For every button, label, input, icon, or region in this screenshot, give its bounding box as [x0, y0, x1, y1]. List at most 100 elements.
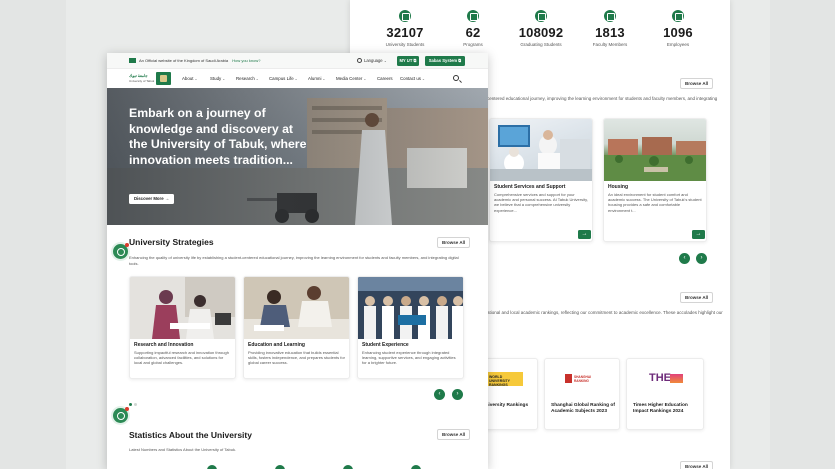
sabas-system-button[interactable]: Sabas System ⧉ — [425, 56, 465, 66]
carousel-prev-button[interactable]: ‹ — [434, 389, 445, 400]
search-icon[interactable] — [453, 75, 459, 81]
browse-all-button[interactable]: Browse All — [680, 78, 714, 89]
card-image — [244, 277, 349, 339]
carousel-dot-active[interactable] — [129, 403, 132, 406]
stat-programs: 62 Programs — [438, 8, 508, 47]
chevron-down-icon: ⌄ — [363, 77, 367, 81]
card-description: Providing innovative education that buil… — [248, 350, 345, 366]
card-title: Research and Innovation — [134, 342, 194, 348]
arrow-right-icon[interactable]: → — [578, 230, 591, 239]
nav-study[interactable]: Study⌄ — [210, 76, 225, 81]
rankings-intro-text: ational and local academic rankings, ref… — [487, 310, 723, 315]
stat-label: Graduating Students — [520, 42, 562, 47]
section-subtitle: Enhancing the quality of university life… — [129, 255, 459, 266]
card-image — [358, 277, 463, 339]
card-image — [490, 119, 592, 181]
discover-more-button[interactable]: Discover More → — [129, 194, 175, 204]
card-description: Comprehensive services and support for y… — [494, 192, 588, 213]
nav-campus-life[interactable]: Campus Life⌄ — [269, 76, 298, 81]
my-ut-button[interactable]: MY UT ⧉ — [397, 56, 419, 66]
card-title: Student Experience — [362, 342, 409, 348]
section-subtitle: Latest Numbers and Statistics About the … — [129, 447, 237, 452]
nav-label: Research — [236, 76, 255, 81]
graduation-cap-icon — [207, 465, 217, 469]
nav-media-center[interactable]: Media Center⌄ — [336, 76, 366, 81]
official-text: An Official website of the Kingdom of Sa… — [139, 58, 229, 63]
nav-label: Careers — [377, 76, 393, 81]
teacher-icon — [411, 465, 421, 469]
shanghai-ranking-logo-icon: SHANGHAI RANKING — [565, 372, 601, 386]
carousel-next-button[interactable]: › — [696, 253, 707, 264]
university-emblem-icon — [156, 72, 171, 85]
browse-all-button[interactable]: Browse All — [680, 461, 714, 469]
browse-all-button[interactable]: Browse All — [437, 429, 471, 440]
card-student-services[interactable]: Student Services and Support Comprehensi… — [489, 118, 593, 242]
stat-students: 32107 University Students — [370, 8, 440, 47]
stat-number: 1813 — [595, 25, 625, 40]
stat-employees: 1096 Employees — [643, 8, 713, 47]
chevron-down-icon: ⌄ — [322, 77, 326, 81]
stat-label: Programs — [463, 42, 483, 47]
card-title: Housing — [608, 184, 628, 190]
chevron-down-icon: ⌄ — [222, 77, 226, 81]
stats-row: 32107 University Students 62 Programs 10… — [350, 8, 730, 50]
logo-english: University of Tabuk — [129, 79, 155, 83]
nav-label: Media Center — [336, 76, 363, 81]
ranking-title: Times Higher Education Impact Rankings 2… — [633, 403, 688, 414]
my-ut-label: MY UT — [399, 58, 413, 63]
briefcase-icon — [672, 10, 684, 22]
accessibility-badge-icon[interactable] — [113, 243, 129, 259]
accessibility-badge-icon[interactable] — [113, 407, 129, 423]
graduation-cap-icon — [399, 10, 411, 22]
stat-faculty: 1813 Faculty Members — [575, 8, 645, 47]
ranking-card-times[interactable]: THE Times Higher Education Impact Rankin… — [626, 358, 704, 430]
browse-all-button[interactable]: Browse All — [680, 292, 714, 303]
nav-label: Alumni — [308, 76, 322, 81]
carousel-prev-button[interactable]: ‹ — [679, 253, 690, 264]
nav-about[interactable]: About⌄ — [182, 76, 197, 81]
language-selector[interactable]: Language ⌄ — [357, 58, 387, 63]
card-image — [130, 277, 235, 339]
card-description: Enhancing student experience through int… — [362, 350, 456, 366]
how-you-know-link[interactable]: How you know? — [232, 58, 260, 63]
book-icon — [467, 10, 479, 22]
ranking-card-shanghai[interactable]: SHANGHAI RANKING Shanghai Global Ranking… — [544, 358, 620, 430]
nav-label: Campus Life — [269, 76, 294, 81]
background-left — [0, 0, 66, 469]
carousel-dot[interactable] — [134, 403, 137, 406]
browse-all-button[interactable]: Browse All — [437, 237, 471, 248]
ranking-title: University Rankings — [482, 403, 529, 408]
chevron-down-icon: ⌄ — [294, 77, 298, 81]
stat-graduates: 108092 Graduating Students — [506, 8, 576, 47]
stat-label: Employees — [666, 42, 690, 47]
university-logo[interactable]: جامعة تبوك University of Tabuk — [129, 72, 173, 85]
intro-text: centered educational journey, improving … — [487, 96, 718, 101]
nav-alumni[interactable]: Alumni⌄ — [308, 76, 325, 81]
diploma-icon — [535, 10, 547, 22]
card-description: An ideal environment for student comfort… — [608, 192, 702, 213]
teacher-icon — [604, 10, 616, 22]
nav-research[interactable]: Research⌄ — [236, 76, 259, 81]
card-housing[interactable]: Housing An ideal environment for student… — [603, 118, 707, 242]
carousel-dots — [129, 393, 139, 411]
section-title: Statistics About the University — [129, 430, 252, 440]
nav-contact-us[interactable]: Contact us⌄ — [400, 76, 425, 81]
stat-number: 108092 — [518, 25, 564, 40]
logo-text: SHANGHAI RANKING — [574, 375, 592, 383]
hero-banner: Embark on a journey of knowledge and dis… — [107, 88, 488, 225]
nav-careers[interactable]: Careers — [377, 76, 393, 81]
arrow-right-icon[interactable]: → — [692, 230, 705, 239]
arrow-right-icon: → — [164, 196, 170, 201]
card-title: Student Services and Support — [494, 184, 566, 190]
ranking-title: Shanghai Global Ranking of Academic Subj… — [551, 403, 615, 414]
card-education-learning[interactable]: Education and Learning Providing innovat… — [243, 276, 350, 379]
logo-text: THE — [649, 372, 671, 384]
stat-label: Faculty Members — [592, 42, 628, 47]
card-title: Education and Learning — [248, 342, 305, 348]
carousel-next-button[interactable]: › — [452, 389, 463, 400]
card-student-experience[interactable]: Student Experience Enhancing student exp… — [357, 276, 464, 379]
card-research-innovation[interactable]: Research and Innovation Supporting impac… — [129, 276, 236, 379]
stat-label: University Students — [385, 42, 425, 47]
sabas-label: Sabas System — [428, 58, 458, 63]
discover-more-label: Discover More — [134, 196, 164, 201]
